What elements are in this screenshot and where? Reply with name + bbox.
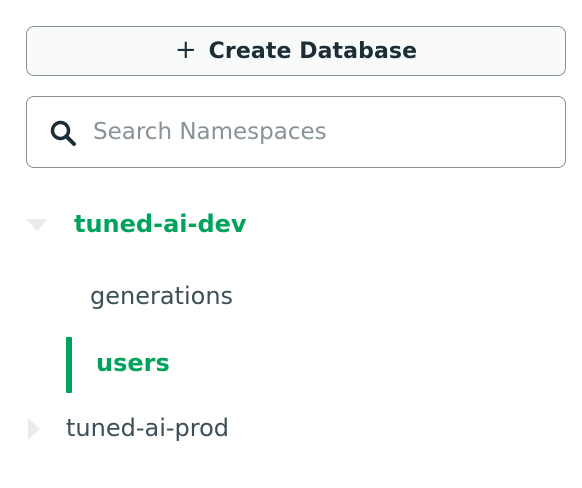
create-database-button[interactable]: + Create Database bbox=[26, 26, 566, 76]
search-namespaces-input[interactable] bbox=[93, 109, 543, 155]
create-database-label: Create Database bbox=[208, 38, 418, 64]
search-box bbox=[26, 96, 566, 168]
database-name: tuned-ai-prod bbox=[66, 414, 230, 442]
tree-item-collection-generations[interactable]: generations bbox=[90, 282, 233, 310]
plus-icon: + bbox=[174, 34, 197, 65]
search-icon bbox=[50, 120, 76, 146]
caret-right-icon[interactable] bbox=[28, 418, 40, 440]
caret-down-icon[interactable] bbox=[26, 219, 48, 231]
database-name: tuned-ai-dev bbox=[74, 210, 247, 238]
selected-indicator bbox=[66, 337, 72, 393]
collection-name: users bbox=[96, 349, 170, 377]
tree-item-collection-users[interactable]: users bbox=[66, 337, 266, 393]
